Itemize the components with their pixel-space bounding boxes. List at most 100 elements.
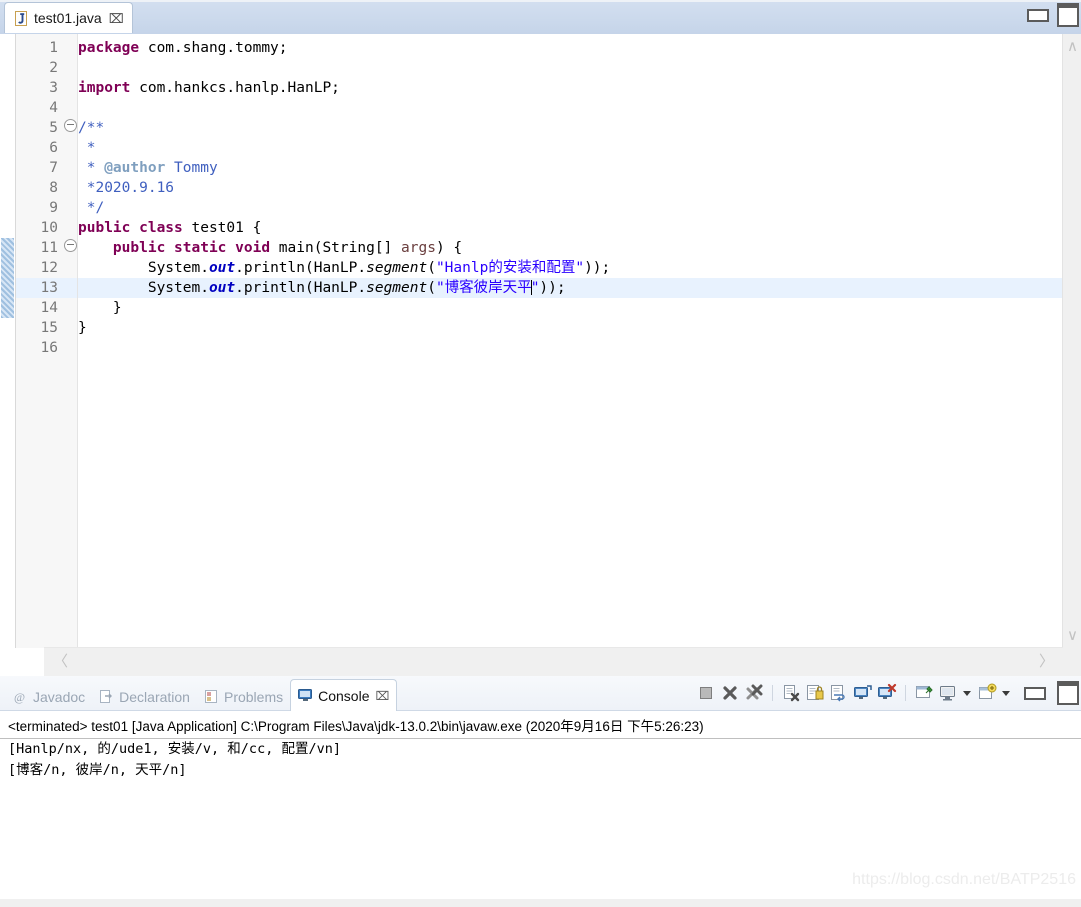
console-tab-problems[interactable]: Problems [197,683,290,710]
code-token: "博客彼岸天平 [435,280,532,296]
code-line[interactable]: System.out.println(HanLP.segment("Hanlp的… [78,258,1063,278]
code-line[interactable] [78,98,1063,118]
console-tab-console[interactable]: Console ⌧ [290,679,398,711]
code-token: test01 { [182,220,262,236]
scroll-down-icon[interactable]: ∨ [1067,628,1078,643]
editor-horizontal-scrollbar[interactable]: 〈 〉 [44,647,1063,676]
display-console-dropdown[interactable] [962,683,973,703]
code-line[interactable]: } [78,298,1063,318]
console-tab-declaration[interactable]: Declaration [92,683,197,710]
close-icon[interactable]: ⌧ [376,689,390,703]
java-editor-part: test01.java ⌧ 1 2 3 4 5 6 7 8 9 10 11 12 13 14 15 16 pa… [0,0,1081,676]
fold-toggle-icon[interactable] [63,118,77,138]
fold-toggle-icon[interactable] [63,238,77,258]
code-token: } [78,300,122,316]
code-token: System. [78,260,209,276]
separator-2 [905,685,906,701]
show-console-on-output-button[interactable] [853,683,873,703]
code-line[interactable]: * [78,138,1063,158]
console-terminated-header: <terminated> test01 [Java Application] C… [0,711,1081,739]
console-tab-list: @ Javadoc Declaration Problems Console ⌧ [6,676,398,711]
scroll-right-icon[interactable]: 〉 [1039,654,1054,669]
scroll-up-icon[interactable]: ∧ [1067,39,1078,54]
tab-bar-top-highlight [0,0,1081,2]
code-token: public static void [112,240,271,256]
code-token: * [78,140,96,156]
code-token: args [401,240,436,256]
editor-vertical-scrollbar[interactable]: ∧ ∨ [1062,34,1081,648]
code-line[interactable]: import com.hankcs.hanlp.HanLP; [78,78,1063,98]
console-tab-label: Declaration [119,688,190,705]
console-tab-javadoc[interactable]: @ Javadoc [6,683,92,710]
code-line[interactable]: package com.shang.tommy; [78,38,1063,58]
code-line[interactable]: *2020.9.16 [78,178,1063,198]
pin-console-button[interactable] [914,683,934,703]
code-line[interactable]: System.out.println(HanLP.segment("博客彼岸天平… [78,278,1063,298]
stop-button[interactable] [696,683,716,703]
code-token: import [78,80,131,96]
editor-tab-test01-java[interactable]: test01.java ⌧ [4,2,133,33]
line-number: 1 [49,40,58,56]
declaration-icon [99,689,114,704]
open-console-dropdown[interactable] [1001,683,1012,703]
console-tab-bar: @ Javadoc Declaration Problems Console ⌧ [0,676,1081,711]
scroll-left-icon[interactable]: 〈 [53,654,68,669]
watermark-text: https://blog.csdn.net/BATP2516 [852,871,1076,888]
remove-all-terminated-button[interactable] [744,683,764,703]
code-line[interactable] [78,58,1063,78]
close-icon[interactable]: ⌧ [109,12,124,25]
console-output-line: [博客/n, 彼岸/n, 天平/n] [8,762,187,778]
terminate-button[interactable] [720,683,740,703]
code-line[interactable]: */ [78,198,1063,218]
line-number: 11 [40,240,58,256]
folding-ruler[interactable] [63,34,78,648]
code-line[interactable] [78,338,1063,358]
code-token: com.hankcs.hanlp.HanLP; [130,80,340,96]
svg-text:@: @ [14,690,25,704]
console-tab-label: Problems [223,688,284,705]
annotation-ruler[interactable] [0,34,16,648]
code-token: Tommy [165,160,218,176]
line-number: 13 [16,278,63,298]
code-token: public class [78,220,183,236]
code-token: .println(HanLP. [235,280,367,296]
console-output-area[interactable]: <terminated> test01 [Java Application] C… [0,711,1081,907]
maximize-icon[interactable] [1057,3,1079,27]
show-console-on-error-button[interactable] [877,683,897,703]
code-line[interactable]: public class test01 { [78,218,1063,238]
code-line[interactable]: public static void main(String[] args) { [78,238,1063,258]
line-number: 14 [40,300,58,316]
clear-console-button[interactable] [781,683,801,703]
scrollbar-corner-left [0,648,44,676]
code-token: com.shang.tommy; [139,40,288,56]
maximize-view-button[interactable] [1057,681,1079,705]
display-console-button[interactable] [938,683,958,703]
line-number-ruler: 1 2 3 4 5 6 7 8 9 10 11 12 13 14 15 16 [16,34,63,648]
code-line[interactable]: /** [78,118,1063,138]
minimize-view-button[interactable] [1024,686,1046,700]
open-console-button[interactable] [977,683,997,703]
code-token: *2020.9.16 [78,180,175,196]
code-area[interactable]: 1 2 3 4 5 6 7 8 9 10 11 12 13 14 15 16 package com.shan… [0,34,1081,676]
console-icon [298,688,313,703]
minimize-icon[interactable] [1027,8,1049,22]
bottom-strip [0,899,1081,907]
line-number: 15 [40,320,58,336]
word-wrap-button[interactable] [829,683,849,703]
line-number: 5 [49,120,58,136]
console-toolbar [696,680,1079,706]
editor-tab-bar: test01.java ⌧ [0,0,1081,35]
code-line[interactable]: } [78,318,1063,338]
scroll-lock-button[interactable] [805,683,825,703]
code-token: System. [78,280,209,296]
line-number: 16 [40,340,58,356]
source-code-text[interactable]: package com.shang.tommy; import com.hank… [78,34,1063,648]
line-number: 12 [40,260,58,276]
code-line[interactable]: * @author Tommy [78,158,1063,178]
